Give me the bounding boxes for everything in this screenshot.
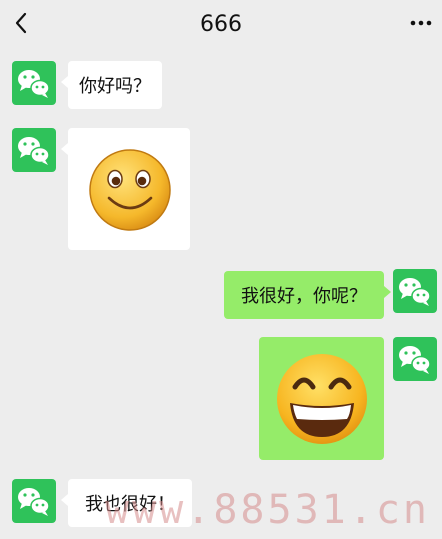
top-bar: 666 — [0, 0, 442, 50]
avatar[interactable] — [12, 61, 56, 105]
bubble-tail — [384, 286, 391, 298]
smile-emoji-icon — [89, 149, 171, 231]
avatar[interactable] — [12, 479, 56, 523]
message-bubble-outgoing[interactable]: 我很好，你呢？ — [224, 271, 384, 319]
message-bubble-incoming[interactable] — [68, 128, 190, 250]
wechat-logo-icon — [399, 346, 431, 374]
avatar[interactable] — [12, 128, 56, 172]
wechat-logo-icon — [18, 70, 50, 98]
avatar[interactable] — [393, 269, 437, 313]
chat-title: 666 — [200, 12, 242, 37]
message-text: 你好吗？ — [79, 76, 151, 97]
message-bubble-incoming[interactable]: 你好吗？ — [68, 61, 162, 109]
bubble-tail — [61, 76, 68, 88]
message-text: 我很好，你呢？ — [241, 286, 367, 307]
grin-emoji-icon — [277, 354, 367, 444]
wechat-logo-icon — [399, 278, 431, 306]
message-bubble-outgoing[interactable] — [259, 337, 384, 460]
more-dots-icon[interactable] — [408, 10, 434, 34]
bubble-tail — [61, 143, 68, 155]
wechat-logo-icon — [18, 137, 50, 165]
wechat-logo-icon — [18, 488, 50, 516]
bubble-tail — [61, 494, 68, 506]
avatar[interactable] — [393, 337, 437, 381]
watermark: www.88531.cn — [105, 487, 430, 533]
